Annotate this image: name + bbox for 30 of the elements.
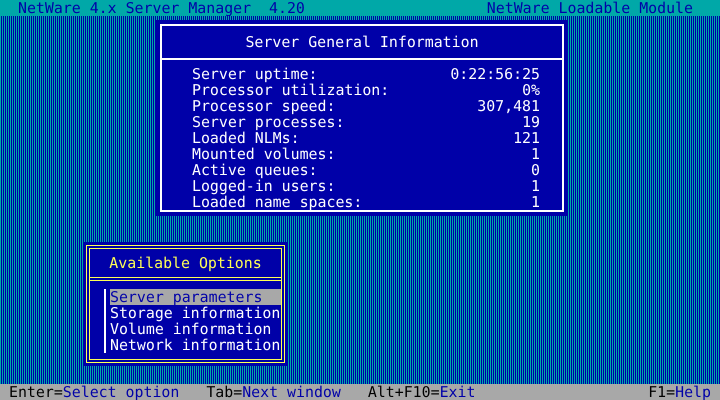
field-label: Server uptime: [192,66,318,82]
field-label: Processor speed: [192,98,336,114]
menu-item[interactable]: Server parameters [110,289,281,305]
key-hint: Tab=Next window [206,384,341,400]
window-title: Server General Information [245,33,479,51]
field-value: 0% [522,82,540,98]
field-value: 307,481 [477,98,540,114]
field-label: Logged-in users: [192,178,336,194]
field-value: 1 [531,178,540,194]
field-value: 1 [531,146,540,162]
menu-item[interactable]: Volume information [110,321,281,337]
field-value: 0 [531,162,540,178]
field-label: Active queues: [192,162,318,178]
field-value: 1 [531,194,540,210]
window-title: Available Options [109,254,262,272]
key-hint: F1=Help [648,384,712,400]
menu-item[interactable]: Network information [110,337,281,353]
key-hint: Enter=Select option [9,384,180,400]
menu-item[interactable]: Storage information [110,305,281,321]
module-label: NetWare Loadable Module [486,0,693,16]
field-label: Processor utilization: [192,82,390,98]
key-hint: Alt+F10=Exit [368,384,476,400]
field-label: Mounted volumes: [192,146,336,162]
field-label: Loaded name spaces: [192,194,362,210]
field-label: Loaded NLMs: [192,130,300,146]
app-title: NetWare 4.x Server Manager 4.20 [18,0,305,16]
field-value: 19 [522,114,540,130]
field-label: Server processes: [192,114,344,130]
field-value: 121 [513,130,540,146]
field-value: 0:22:56:25 [450,66,540,82]
